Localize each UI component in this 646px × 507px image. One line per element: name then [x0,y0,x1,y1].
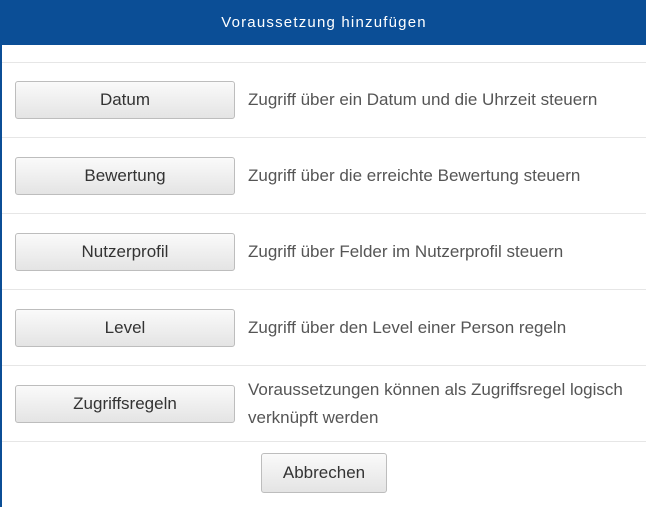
option-description-bewertung: Zugriff über die erreichte Bewertung ste… [248,165,581,185]
datum-button[interactable]: Datum [15,81,235,119]
option-row-level: Level Zugriff über den Level einer Perso… [2,290,646,366]
option-description-zugriffsregeln: Voraussetzungen können als Zugriffsregel… [248,379,623,427]
option-row-zugriffsregeln: Zugriffsregeln Voraussetzungen können al… [2,366,646,442]
level-button[interactable]: Level [15,308,235,347]
cancel-button[interactable]: Abbrechen [261,453,387,493]
option-row-datum: Datum Zugriff über ein Datum und die Uhr… [2,62,646,138]
option-button-cell: Zugriffsregeln [2,384,248,423]
condition-options-list: Datum Zugriff über ein Datum und die Uhr… [2,62,646,442]
option-button-cell: Bewertung [2,156,248,195]
option-button-cell: Level [2,308,248,347]
option-button-cell: Nutzerprofil [2,232,248,271]
bewertung-button[interactable]: Bewertung [15,156,235,195]
option-button-cell: Datum [2,81,248,119]
zugriffsregeln-button[interactable]: Zugriffsregeln [15,384,235,423]
add-condition-dialog: Voraussetzung hinzufügen Datum Zugriff ü… [0,0,646,507]
option-description-nutzerprofil: Zugriff über Felder im Nutzerprofil steu… [248,241,564,261]
nutzerprofil-button[interactable]: Nutzerprofil [15,232,235,271]
option-row-bewertung: Bewertung Zugriff über die erreichte Bew… [2,138,646,214]
option-description-datum: Zugriff über ein Datum und die Uhrzeit s… [248,90,598,109]
option-description-level: Zugriff über den Level einer Person rege… [248,317,567,337]
dialog-title: Voraussetzung hinzufügen [221,14,427,31]
dialog-titlebar: Voraussetzung hinzufügen [2,0,646,45]
option-row-nutzerprofil: Nutzerprofil Zugriff über Felder im Nutz… [2,214,646,290]
dialog-footer: Abbrechen [2,453,646,493]
